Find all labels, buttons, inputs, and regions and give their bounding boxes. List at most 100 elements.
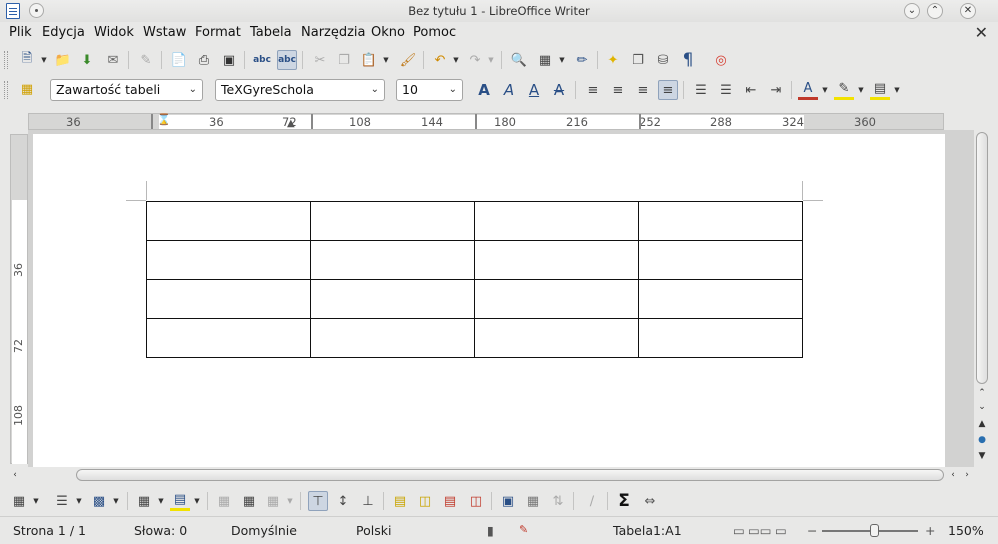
menu-table[interactable]: Tabela: [250, 25, 292, 40]
table-dropdown-icon[interactable]: ▼: [32, 491, 40, 511]
table-cell-status[interactable]: Tabela1:A1: [613, 523, 682, 538]
close-window-button[interactable]: ✕: [960, 3, 976, 19]
numbering-icon[interactable]: ☰: [691, 80, 711, 100]
menu-tools[interactable]: Narzędzia: [301, 25, 366, 40]
font-color-icon[interactable]: A: [798, 80, 818, 100]
zoom-out-icon[interactable]: −: [807, 523, 817, 538]
vertical-scrollbar[interactable]: ⌃ ⌄ ▲ ● ▼: [974, 130, 990, 467]
horizontal-ruler[interactable]: 36 36 72 108 144 180 216 252 288 324 360…: [28, 113, 944, 130]
table-cell-a1[interactable]: [146, 201, 311, 241]
book-view-icon[interactable]: ▭: [775, 523, 787, 538]
table-column-marker[interactable]: [639, 114, 641, 129]
increase-indent-icon[interactable]: ⇥: [766, 80, 786, 100]
scroll-left-icon[interactable]: ‹: [8, 468, 22, 482]
delete-row-icon[interactable]: ▤: [440, 491, 460, 511]
next-page-icon[interactable]: ▼: [975, 449, 989, 463]
horizontal-scroll-thumb[interactable]: [76, 469, 944, 481]
highlighting-dropdown-icon[interactable]: ▼: [857, 80, 865, 100]
copy-icon[interactable]: ❐: [334, 50, 354, 70]
vertical-scroll-thumb[interactable]: [976, 132, 988, 384]
decrease-indent-icon[interactable]: ⇤: [741, 80, 761, 100]
font-color-dropdown-icon[interactable]: ▼: [821, 80, 829, 100]
zoom-slider-handle[interactable]: [870, 524, 879, 537]
line-style-icon[interactable]: ☰: [52, 491, 72, 511]
print-icon[interactable]: ⎙: [194, 50, 214, 70]
borders-icon[interactable]: ▦: [134, 491, 154, 511]
navigation-icon[interactable]: ●: [975, 433, 989, 447]
table-background-icon[interactable]: ▤: [170, 491, 190, 511]
bold-icon[interactable]: A: [474, 80, 494, 100]
data-sources-icon[interactable]: ⛁: [653, 50, 673, 70]
align-bottom-icon[interactable]: ⊥: [358, 491, 378, 511]
align-top-icon[interactable]: ⊤: [308, 491, 328, 511]
cut-icon[interactable]: ✂: [310, 50, 330, 70]
minimize-button[interactable]: ⌄: [904, 3, 920, 19]
spellcheck-icon[interactable]: abc: [252, 50, 272, 70]
vertical-ruler[interactable]: 36 72 108: [10, 134, 28, 464]
show-draw-functions-icon[interactable]: ✏: [572, 50, 592, 70]
table-cell[interactable]: [474, 201, 639, 241]
clone-formatting-icon[interactable]: 🖌: [398, 50, 418, 70]
table-cell[interactable]: [146, 279, 311, 319]
background-color-dropdown-icon[interactable]: ▼: [893, 80, 901, 100]
menu-help[interactable]: Pomoc: [413, 25, 456, 40]
table-icon[interactable]: ▦: [535, 50, 555, 70]
insert-mode-icon[interactable]: ▮: [487, 523, 494, 538]
table-cell[interactable]: [638, 318, 803, 358]
menu-file[interactable]: Plik: [9, 25, 32, 40]
email-icon[interactable]: ✉: [103, 50, 123, 70]
word-count-status[interactable]: Słowa: 0: [134, 523, 187, 538]
insert-column-icon[interactable]: ◫: [415, 491, 435, 511]
table-cell[interactable]: [474, 240, 639, 280]
print-preview-icon[interactable]: ▣: [219, 50, 239, 70]
redo-icon[interactable]: ↷: [465, 50, 485, 70]
table-icon[interactable]: ▦: [9, 491, 29, 511]
scroll-up-icon[interactable]: ⌃: [975, 386, 989, 400]
italic-icon[interactable]: A: [499, 80, 519, 100]
new-document-icon[interactable]: 🗎: [17, 50, 37, 70]
paragraph-style-select[interactable]: Zawartość tabeli ⌄: [50, 79, 203, 101]
styles-and-formatting-icon[interactable]: ▦: [17, 79, 37, 99]
document-table[interactable]: [146, 201, 803, 358]
table-properties-icon[interactable]: ▦: [523, 491, 543, 511]
toolbar-handle[interactable]: [4, 51, 8, 69]
undo-dropdown-icon[interactable]: ▼: [452, 50, 460, 70]
table-dropdown-icon[interactable]: ▼: [558, 50, 566, 70]
paste-dropdown-icon[interactable]: ▼: [382, 50, 390, 70]
table-cell[interactable]: [146, 318, 311, 358]
align-left-icon[interactable]: ≡: [583, 80, 603, 100]
scroll-down-icon[interactable]: ⌄: [975, 400, 989, 414]
merge-cells-icon[interactable]: ▦: [214, 491, 234, 511]
menu-format[interactable]: Format: [195, 25, 241, 40]
export-pdf-icon[interactable]: 📄: [169, 50, 189, 70]
line-style-dropdown-icon[interactable]: ▼: [75, 491, 83, 511]
menu-insert[interactable]: Wstaw: [143, 25, 186, 40]
optimize-icon[interactable]: ▦: [263, 491, 283, 511]
maximize-button[interactable]: ⌃: [927, 3, 943, 19]
close-document-icon[interactable]: ✕: [975, 23, 988, 42]
multi-page-view-icon[interactable]: ▭▭: [748, 523, 772, 538]
previous-page-icon[interactable]: ▲: [975, 417, 989, 431]
save-icon[interactable]: ⬇: [77, 50, 97, 70]
menu-window[interactable]: Okno: [371, 25, 405, 40]
table-column-marker[interactable]: [475, 114, 477, 129]
align-center-icon[interactable]: ≡: [608, 80, 628, 100]
underline-icon[interactable]: A: [524, 80, 544, 100]
indent-marker-icon[interactable]: ⌛: [157, 113, 171, 126]
split-cells-icon[interactable]: ▦: [239, 491, 259, 511]
sort-icon[interactable]: ⇅: [548, 491, 568, 511]
redo-dropdown-icon[interactable]: ▼: [487, 50, 495, 70]
table-cell[interactable]: [474, 318, 639, 358]
autoformat-icon[interactable]: ▣: [498, 491, 518, 511]
font-size-select[interactable]: 10 ⌄: [396, 79, 463, 101]
find-replace-icon[interactable]: 🔍: [509, 50, 529, 70]
page-number-status[interactable]: Strona 1 / 1: [13, 523, 86, 538]
scroll-right-icon[interactable]: ›: [960, 468, 974, 482]
undo-icon[interactable]: ↶: [430, 50, 450, 70]
navigator-icon[interactable]: ✦: [603, 50, 623, 70]
center-vertically-icon[interactable]: ↕: [333, 491, 353, 511]
table-cell[interactable]: [474, 279, 639, 319]
highlighting-icon[interactable]: ✎: [834, 80, 854, 100]
formatting-marks-icon[interactable]: ¶: [678, 50, 698, 70]
insert-caption-icon[interactable]: ⇔: [640, 491, 660, 511]
